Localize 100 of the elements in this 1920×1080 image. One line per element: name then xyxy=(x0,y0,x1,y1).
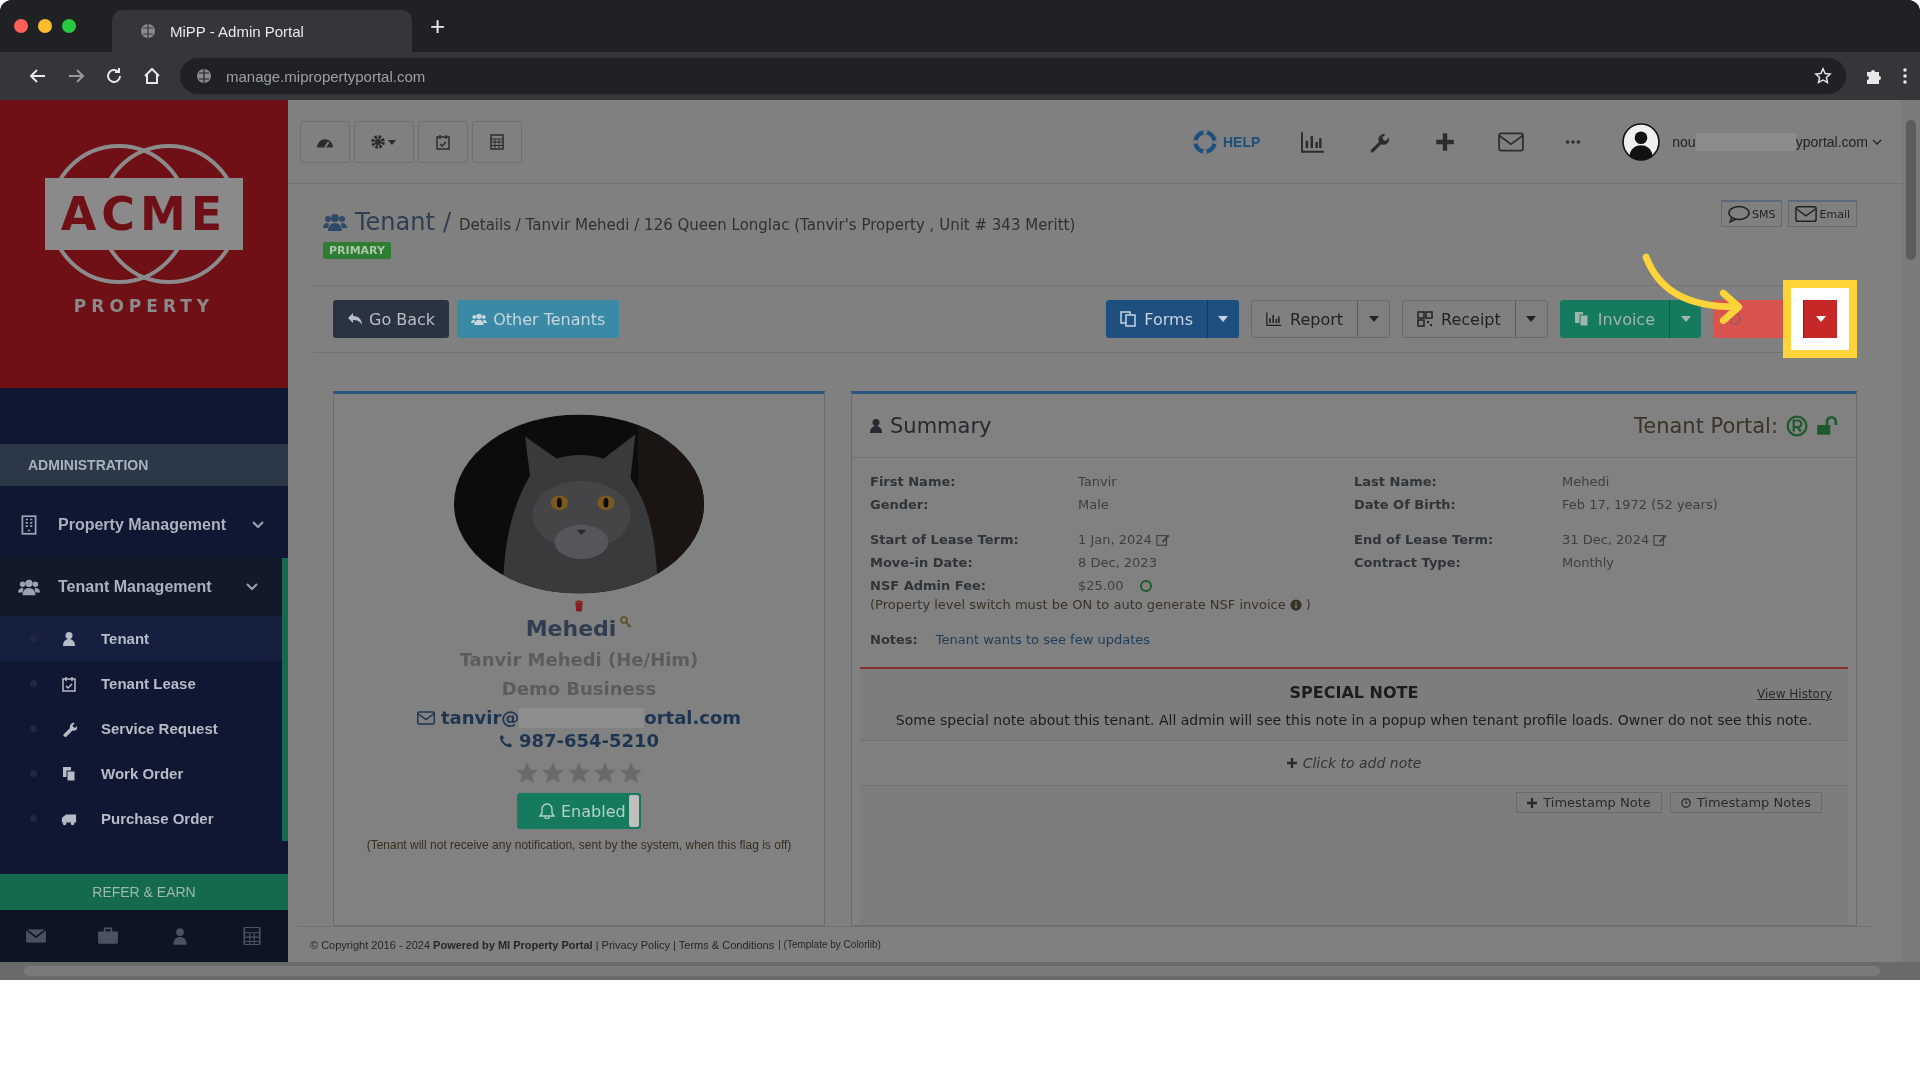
menu-group[interactable]: Tenant Management xyxy=(0,558,288,616)
refer-and-earn-button[interactable]: REFER & EARN xyxy=(0,874,288,910)
field-label: Last Name: xyxy=(1354,474,1438,489)
calendar-check-icon xyxy=(434,133,452,150)
copyright-text: © Copyright 2016 - 2024 Powered by MI Property Portal | Privacy Policy | Terms & Conditions xyxy=(310,938,775,951)
calendar-button[interactable] xyxy=(418,120,468,163)
envelope-icon[interactable] xyxy=(1498,130,1525,153)
vertical-scrollbar[interactable] xyxy=(1902,100,1920,962)
calculator-icon xyxy=(488,133,506,150)
submenu-item[interactable]: Purchase Order xyxy=(0,796,282,841)
help-link[interactable]: HELP xyxy=(1192,129,1261,154)
submenu-item[interactable]: Tenant Lease xyxy=(0,661,282,706)
key-icon[interactable] xyxy=(620,616,633,628)
other-tenants-button[interactable]: Other Tenants xyxy=(457,300,620,338)
minimize-window-icon[interactable] xyxy=(38,19,52,33)
caret-icon xyxy=(1368,316,1379,322)
documents-icon xyxy=(1573,311,1590,327)
kebab-menu-icon[interactable] xyxy=(1902,66,1908,86)
tenant-name: Mehedi xyxy=(525,616,617,641)
close-window-icon[interactable] xyxy=(14,19,28,33)
menu-group[interactable]: Property Management xyxy=(0,492,288,558)
submenu-item[interactable]: Tenant xyxy=(0,616,282,661)
reload-icon[interactable] xyxy=(104,66,124,86)
toggle-circle[interactable] xyxy=(1139,579,1152,592)
timestamp-button[interactable]: Timestamp Note xyxy=(1516,792,1662,813)
registered-circle-icon[interactable] xyxy=(1786,414,1808,437)
field-value: Monthly xyxy=(1562,555,1615,570)
notes-link[interactable]: Tenant wants to see few updates xyxy=(935,632,1151,647)
view-history-link[interactable]: View History xyxy=(1757,687,1832,701)
plus-icon xyxy=(1286,758,1297,768)
bar-chart-icon xyxy=(1266,311,1282,327)
user-icon xyxy=(868,416,884,435)
primary-badge: PRIMARY xyxy=(323,242,391,259)
nsf-note: (Property level switch must be ON to auto generate NSF invoice xyxy=(870,597,1286,612)
wrench-icon xyxy=(61,720,77,737)
globe-icon xyxy=(140,23,156,39)
field-label: Start of Lease Term: xyxy=(870,532,1020,547)
caret-icon xyxy=(1526,316,1537,322)
bookmark-star-icon[interactable] xyxy=(1814,67,1832,85)
phone-icon xyxy=(498,733,513,748)
browser-tab[interactable]: MiPP - Admin Portal xyxy=(112,10,412,52)
bell-icon xyxy=(539,803,555,819)
documents-icon xyxy=(1120,311,1137,327)
globe-icon xyxy=(196,68,212,84)
template-credit: | (Template by Colorlib) xyxy=(778,939,881,950)
briefcase-icon[interactable] xyxy=(97,927,119,945)
field-label: Move-in Date: xyxy=(870,555,974,570)
settings-icon xyxy=(369,133,399,150)
new-tab-button[interactable]: + xyxy=(430,10,446,42)
email-link[interactable]: ortal.com xyxy=(644,707,742,728)
chevron-down-icon xyxy=(252,521,264,529)
info-icon[interactable] xyxy=(1289,598,1302,611)
horizontal-scrollbar[interactable] xyxy=(0,962,1920,980)
users-icon xyxy=(323,212,347,232)
timestamp-button[interactable]: Timestamp Notes xyxy=(1669,792,1822,813)
speech-bubble-icon xyxy=(1728,205,1750,223)
calculator-button[interactable] xyxy=(472,120,522,163)
caret-icon xyxy=(1815,316,1826,322)
email-link[interactable]: tanvir@ xyxy=(440,707,520,728)
bar-chart-icon[interactable] xyxy=(1300,130,1327,153)
summary-title: Summary xyxy=(890,413,992,438)
trash-icon[interactable] xyxy=(574,600,584,612)
plus-icon xyxy=(1527,797,1538,808)
address-bar[interactable]: manage.mipropertyportal.com xyxy=(180,58,1846,94)
user-menu[interactable]: nou yportal.com xyxy=(1622,122,1882,161)
field-value: 1 Jan, 2024 xyxy=(1078,532,1152,547)
home-icon[interactable] xyxy=(142,66,162,86)
field-value: Male xyxy=(1078,497,1109,512)
field-label: End of Lease Term: xyxy=(1354,532,1495,547)
field-value: Tanvir xyxy=(1078,474,1117,489)
submenu-item[interactable]: Service Request xyxy=(0,706,282,751)
breadcrumb-separator: / xyxy=(442,208,451,236)
notes-label: Notes: xyxy=(870,632,918,647)
field-label: NSF Admin Fee: xyxy=(870,578,987,593)
email-button[interactable]: Email xyxy=(1788,200,1857,227)
dashboard-button[interactable] xyxy=(300,120,350,163)
lifebuoy-icon xyxy=(1192,129,1217,154)
sms-button[interactable]: SMS xyxy=(1721,200,1783,227)
gear-icon xyxy=(1727,311,1743,327)
special-note-title: SPECIAL NOTE xyxy=(1289,683,1419,702)
maximize-window-icon[interactable] xyxy=(62,19,76,33)
go-back-button[interactable]: Go Back xyxy=(333,300,450,338)
field-value: $25.00 xyxy=(1078,578,1124,593)
documents-icon xyxy=(61,765,77,782)
phone-number: 987-654-5210 xyxy=(518,730,660,751)
field-value: 31 Dec, 2024 xyxy=(1562,532,1650,547)
edit-icon[interactable] xyxy=(1653,532,1668,547)
settings-button[interactable] xyxy=(354,120,414,163)
chevron-down-icon xyxy=(1872,138,1882,145)
ellipsis-icon[interactable] xyxy=(1564,138,1583,145)
nsf-note-end: ) xyxy=(1305,597,1311,612)
special-note-text: Some special note about this tenant. All admin will see this note in a popup when tenant profile loads. Owner do not see this note. xyxy=(894,712,1814,728)
url-text: manage.mipropertyportal.com xyxy=(226,67,426,85)
unlocked-padlock-icon[interactable] xyxy=(1816,414,1838,437)
calculator-icon[interactable] xyxy=(241,927,263,945)
field-value: Mehedi xyxy=(1562,474,1610,489)
notification-toggle[interactable]: Enabled xyxy=(517,793,641,829)
edit-icon[interactable] xyxy=(1155,532,1170,547)
envelope-icon[interactable] xyxy=(25,927,47,945)
submenu-item[interactable]: Work Order xyxy=(0,751,282,796)
